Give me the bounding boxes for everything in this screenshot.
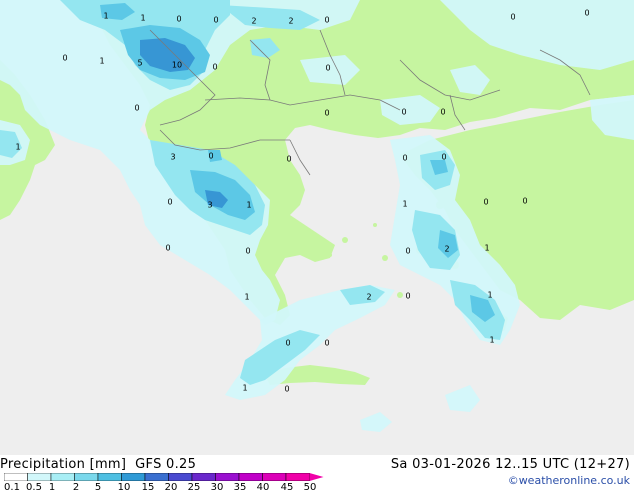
legend-label: 5 [94,482,102,493]
precip-value-label: 0 [62,54,67,63]
legend-swatch [285,473,310,481]
precip-value-label: 0 [245,247,250,256]
precip-value-label: 2 [251,17,256,26]
precip-value-label: 1 [140,14,145,23]
footer: Precipitation [mm] GFS 0.25 Sa 03-01-202… [0,455,634,493]
map-canvas: 1 1 0 0 2 2 0 0 00 1 5 10 0 0010 0 03 0 0 0 00 3 1 1 0 00 0 0 2 11 2 0… [0,0,634,455]
legend-swatch [97,473,122,481]
legend-swatch [4,473,28,481]
precip-value-label: 1 [489,336,494,345]
legend-label: 40 [256,482,270,493]
precip-value-label: 0 [324,109,329,118]
model-name: GFS 0.25 [135,457,197,472]
legend-label: 45 [280,482,294,493]
legend-arrow [309,473,324,481]
product-title: Precipitation [mm] [0,457,127,472]
precip-value-label: 0 [405,247,410,256]
legend-swatch [215,473,240,481]
legend-swatch [191,473,216,481]
legend-label: 30 [210,482,224,493]
precip-value-label: 0 [440,108,445,117]
precip-value-label: 1 [402,200,407,209]
precip-value-label: 1 [246,201,251,210]
legend-label: 10 [117,482,131,493]
legend-swatch [50,473,75,481]
precip-value-label: 0 [213,16,218,25]
precip-value-label: 0 [522,197,527,206]
precip-value-label: 0 [584,9,589,18]
precip-value-label: 1 [484,244,489,253]
precip-value-label: 0 [405,292,410,301]
precip-value-label: 0 [324,16,329,25]
legend-colorbar [4,473,324,481]
legend-label: 35 [233,482,247,493]
precip-value-label: 0 [402,154,407,163]
legend-label: 0.1 [4,482,20,493]
legend-swatch [74,473,99,481]
legend-label: 15 [141,482,155,493]
precip-value-label: 2 [366,293,371,302]
precip-value-label: 0 [212,63,217,72]
precip-value-label: 0 [176,15,181,24]
precip-value-label: 0 [325,64,330,73]
precip-value-label: 0 [165,244,170,253]
legend-swatch [168,473,193,481]
precip-value-label: 1 [244,293,249,302]
precip-value-label: 0 [483,198,488,207]
precip-value-label: 3 [207,201,212,210]
precip-value-label: 1 [15,143,20,152]
precipitation-map: 1 1 0 0 2 2 0 0 0 0 1 5 10 0 0 0 1 0 0 0 3 0 0 0 0 0 3 1 1 0 0 0 0 0 2 1 1 2 0… [0,0,634,455]
legend-label: 20 [164,482,178,493]
precip-value-label: 0 [208,152,213,161]
precip-value-label: 0 [286,155,291,164]
precip-value-label: 0 [510,13,515,22]
precip-value-label: 0 [324,339,329,348]
legend-swatch [262,473,287,481]
map-title: Precipitation [mm] GFS 0.25 [0,457,196,472]
credit-link[interactable]: ©weatheronline.co.uk [508,474,630,487]
precip-value-label: 0 [441,153,446,162]
precip-value-label: 0 [134,104,139,113]
valid-time: Sa 03-01-2026 12..15 UTC (12+27) [390,457,630,472]
precip-value-label: 0 [401,108,406,117]
precip-value-label: 0 [285,339,290,348]
legend-swatch [121,473,146,481]
precip-value-label: 1 [487,291,492,300]
legend-label: 1 [48,482,56,493]
precip-value-label: 2 [288,17,293,26]
legend-swatch [27,473,52,481]
legend-swatch [144,473,169,481]
precip-value-label: 3 [170,153,175,162]
precip-value-label: 1 [103,12,108,21]
precip-value-label: 2 [444,245,449,254]
precip-value-label: 1 [99,57,104,66]
precip-value-label: 0 [284,385,289,394]
legend-label: 25 [187,482,201,493]
precip-value-label: 1 [242,384,247,393]
precip-value-label: 10 [172,61,182,70]
precip-value-label: 0 [167,198,172,207]
legend-swatch [238,473,263,481]
precip-value-label: 5 [137,59,142,68]
legend-label: 0.5 [26,482,42,493]
legend-label: 50 [303,482,317,493]
legend-label: 2 [72,482,80,493]
